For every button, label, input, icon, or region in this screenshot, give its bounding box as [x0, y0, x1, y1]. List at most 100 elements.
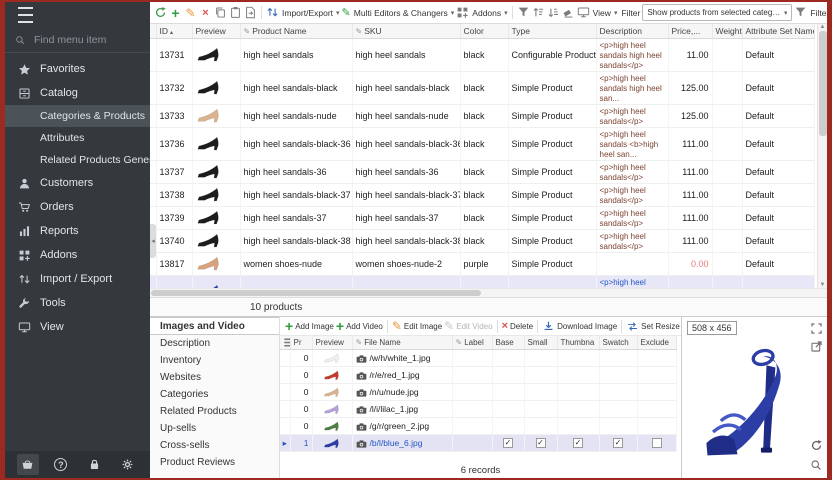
- column-header-product-name[interactable]: ✎Product Name: [240, 24, 352, 38]
- copy-button[interactable]: [214, 5, 227, 21]
- edit-video-button[interactable]: ✎Edit Video: [444, 319, 492, 333]
- column-header-sku[interactable]: ✎SKU: [352, 24, 460, 38]
- image-row[interactable]: 0/l/i/lilac_1.jpg: [280, 401, 676, 418]
- tab-inventory[interactable]: Inventory: [150, 352, 279, 369]
- sort-ascending-button[interactable]: [532, 5, 545, 21]
- multi-editors-menu[interactable]: ✎ Multi Editors & Changers ▾: [342, 6, 455, 19]
- lock-icon[interactable]: [83, 454, 105, 475]
- sidebar-item-catalog[interactable]: Catalog: [5, 81, 150, 105]
- column-header-attribute-set-name[interactable]: Attribute Set Name: [742, 24, 814, 38]
- column-header-swatch[interactable]: Swatch: [599, 336, 637, 350]
- image-row[interactable]: 0/g/r/green_2.jpg: [280, 418, 676, 435]
- image-row[interactable]: ▸1/b/l/blue_6.jpg✓✓✓✓: [280, 435, 676, 452]
- column-header-file-name[interactable]: ✎File Name: [352, 336, 452, 350]
- column-header-price[interactable]: Price,...: [668, 24, 712, 38]
- delete-product-button[interactable]: ×: [199, 5, 212, 21]
- download-image-button[interactable]: Download Image: [542, 320, 617, 333]
- settings-gear-icon[interactable]: [116, 454, 138, 475]
- sidebar-item-favorites[interactable]: Favorites: [5, 57, 150, 81]
- column-header-description[interactable]: Description: [596, 24, 668, 38]
- add-video-button[interactable]: +Add Video: [336, 318, 383, 334]
- sort-descending-button[interactable]: [547, 5, 560, 21]
- column-header-small[interactable]: Small: [524, 336, 557, 350]
- column-header-type[interactable]: Type: [508, 24, 596, 38]
- duplicate-button[interactable]: [244, 5, 257, 21]
- import-export-menu[interactable]: Import/Export ▾: [266, 6, 340, 19]
- column-chooser[interactable]: [280, 336, 290, 350]
- column-header-thumbna[interactable]: Thumbna: [557, 336, 599, 350]
- refresh-button[interactable]: [154, 5, 167, 21]
- small-checkbox[interactable]: ✓: [536, 438, 546, 448]
- refresh-preview-icon[interactable]: [809, 438, 823, 452]
- sidebar-item-attributes[interactable]: Attributes: [5, 127, 150, 149]
- column-header-preview[interactable]: Preview: [192, 24, 240, 38]
- filter-funnel-button[interactable]: [517, 5, 530, 21]
- column-header-exclude[interactable]: Exclude: [637, 336, 676, 350]
- column-header-base[interactable]: Base: [492, 336, 524, 350]
- column-header-color[interactable]: Color: [460, 24, 508, 38]
- product-row[interactable]: ▸13931new High Heels SandalsHigh Geels S…: [150, 275, 814, 288]
- base-checkbox[interactable]: ✓: [503, 438, 513, 448]
- sidebar-item-categories-products[interactable]: Categories & Products: [5, 105, 150, 127]
- addons-menu[interactable]: Addons ▾: [456, 6, 507, 19]
- sidebar-item-tools[interactable]: Tools: [5, 291, 150, 315]
- sidebar-item-customers[interactable]: Customers: [5, 171, 150, 195]
- help-icon[interactable]: ?: [50, 454, 72, 475]
- filter-dropdown[interactable]: Show products from selected categories ▾: [642, 4, 792, 21]
- product-row[interactable]: 13738high heel sandals-black-37high heel…: [150, 183, 814, 206]
- tab-related-products[interactable]: Related Products: [150, 403, 279, 420]
- product-row[interactable]: 13736high heel sandals-black-36high heel…: [150, 127, 814, 160]
- exclude-checkbox[interactable]: [652, 438, 662, 448]
- column-header-label[interactable]: ✎Label: [452, 336, 492, 350]
- clear-filter-button[interactable]: [562, 5, 575, 21]
- sidebar-item-addons[interactable]: Addons: [5, 243, 150, 267]
- sidebar-search[interactable]: [5, 28, 150, 53]
- tab-websites[interactable]: Websites: [150, 369, 279, 386]
- hamburger-menu-button[interactable]: [5, 2, 150, 28]
- product-row[interactable]: 13740high heel sandals-black-38high heel…: [150, 229, 814, 252]
- product-row[interactable]: 13732high heel sandals-blackhigh heel sa…: [150, 71, 814, 104]
- filters-menu[interactable]: Filters ▾: [794, 6, 827, 19]
- sidebar-item-import-export[interactable]: Import / Export: [5, 267, 150, 291]
- set-resize-rule-button[interactable]: Set Resize Rule▾: [626, 320, 681, 333]
- tab-product-reviews[interactable]: Product Reviews: [150, 454, 279, 471]
- add-image-button[interactable]: +Add Image: [285, 318, 334, 334]
- add-product-button[interactable]: +: [169, 5, 182, 21]
- swatch-checkbox[interactable]: ✓: [613, 438, 623, 448]
- image-row[interactable]: 0/w/h/white_1.jpg: [280, 350, 676, 367]
- column-header-pr[interactable]: Pr: [290, 336, 312, 350]
- zoom-icon[interactable]: [809, 458, 823, 472]
- view-menu[interactable]: View ▾: [577, 6, 618, 19]
- tab-cross-sells[interactable]: Cross-sells: [150, 437, 279, 454]
- scrollbar-thumb[interactable]: [819, 31, 827, 136]
- image-row[interactable]: 0/n/u/nude.jpg: [280, 384, 676, 401]
- tab-images-and-video[interactable]: Images and Video: [150, 317, 279, 335]
- sidebar-item-view[interactable]: View: [5, 315, 150, 339]
- store-icon[interactable]: [17, 454, 39, 475]
- scroll-up-arrow[interactable]: ▲: [820, 24, 826, 30]
- tab-description[interactable]: Description: [150, 335, 279, 352]
- column-header-weight[interactable]: Weight: [712, 24, 742, 38]
- sidebar-item-related-products-generator[interactable]: Related Products Generator: [5, 149, 150, 171]
- edit-image-button[interactable]: ✎Edit Image: [392, 319, 442, 333]
- sidebar-item-orders[interactable]: Orders: [5, 195, 150, 219]
- tab-categories[interactable]: Categories: [150, 386, 279, 403]
- menu-search-input[interactable]: [32, 33, 140, 47]
- thumbnail-checkbox[interactable]: ✓: [573, 438, 583, 448]
- horizontal-scrollbar[interactable]: [150, 288, 827, 297]
- tab-up-sells[interactable]: Up-sells: [150, 420, 279, 437]
- clipboard-button[interactable]: [229, 5, 242, 21]
- column-header-preview[interactable]: Preview: [312, 336, 352, 350]
- open-external-icon[interactable]: [809, 339, 823, 353]
- product-row[interactable]: 13733high heel sandals-nudehigh heel san…: [150, 104, 814, 127]
- edit-product-button[interactable]: ✎: [184, 5, 197, 21]
- delete-image-button[interactable]: ×Delete: [502, 320, 534, 332]
- sidebar-item-reports[interactable]: Reports: [5, 219, 150, 243]
- product-row[interactable]: 13817women shoes-nudewomen shoes-nude-2p…: [150, 252, 814, 275]
- vertical-scrollbar[interactable]: ▲ ▼: [817, 24, 827, 288]
- column-header-id[interactable]: ID▴: [156, 24, 192, 38]
- image-row[interactable]: 0/r/e/red_1.jpg: [280, 367, 676, 384]
- fullscreen-icon[interactable]: [809, 321, 823, 335]
- product-row[interactable]: 13739high heel sandals-37high heel sanda…: [150, 206, 814, 229]
- panel-splitter-handle[interactable]: ◂: [150, 224, 156, 258]
